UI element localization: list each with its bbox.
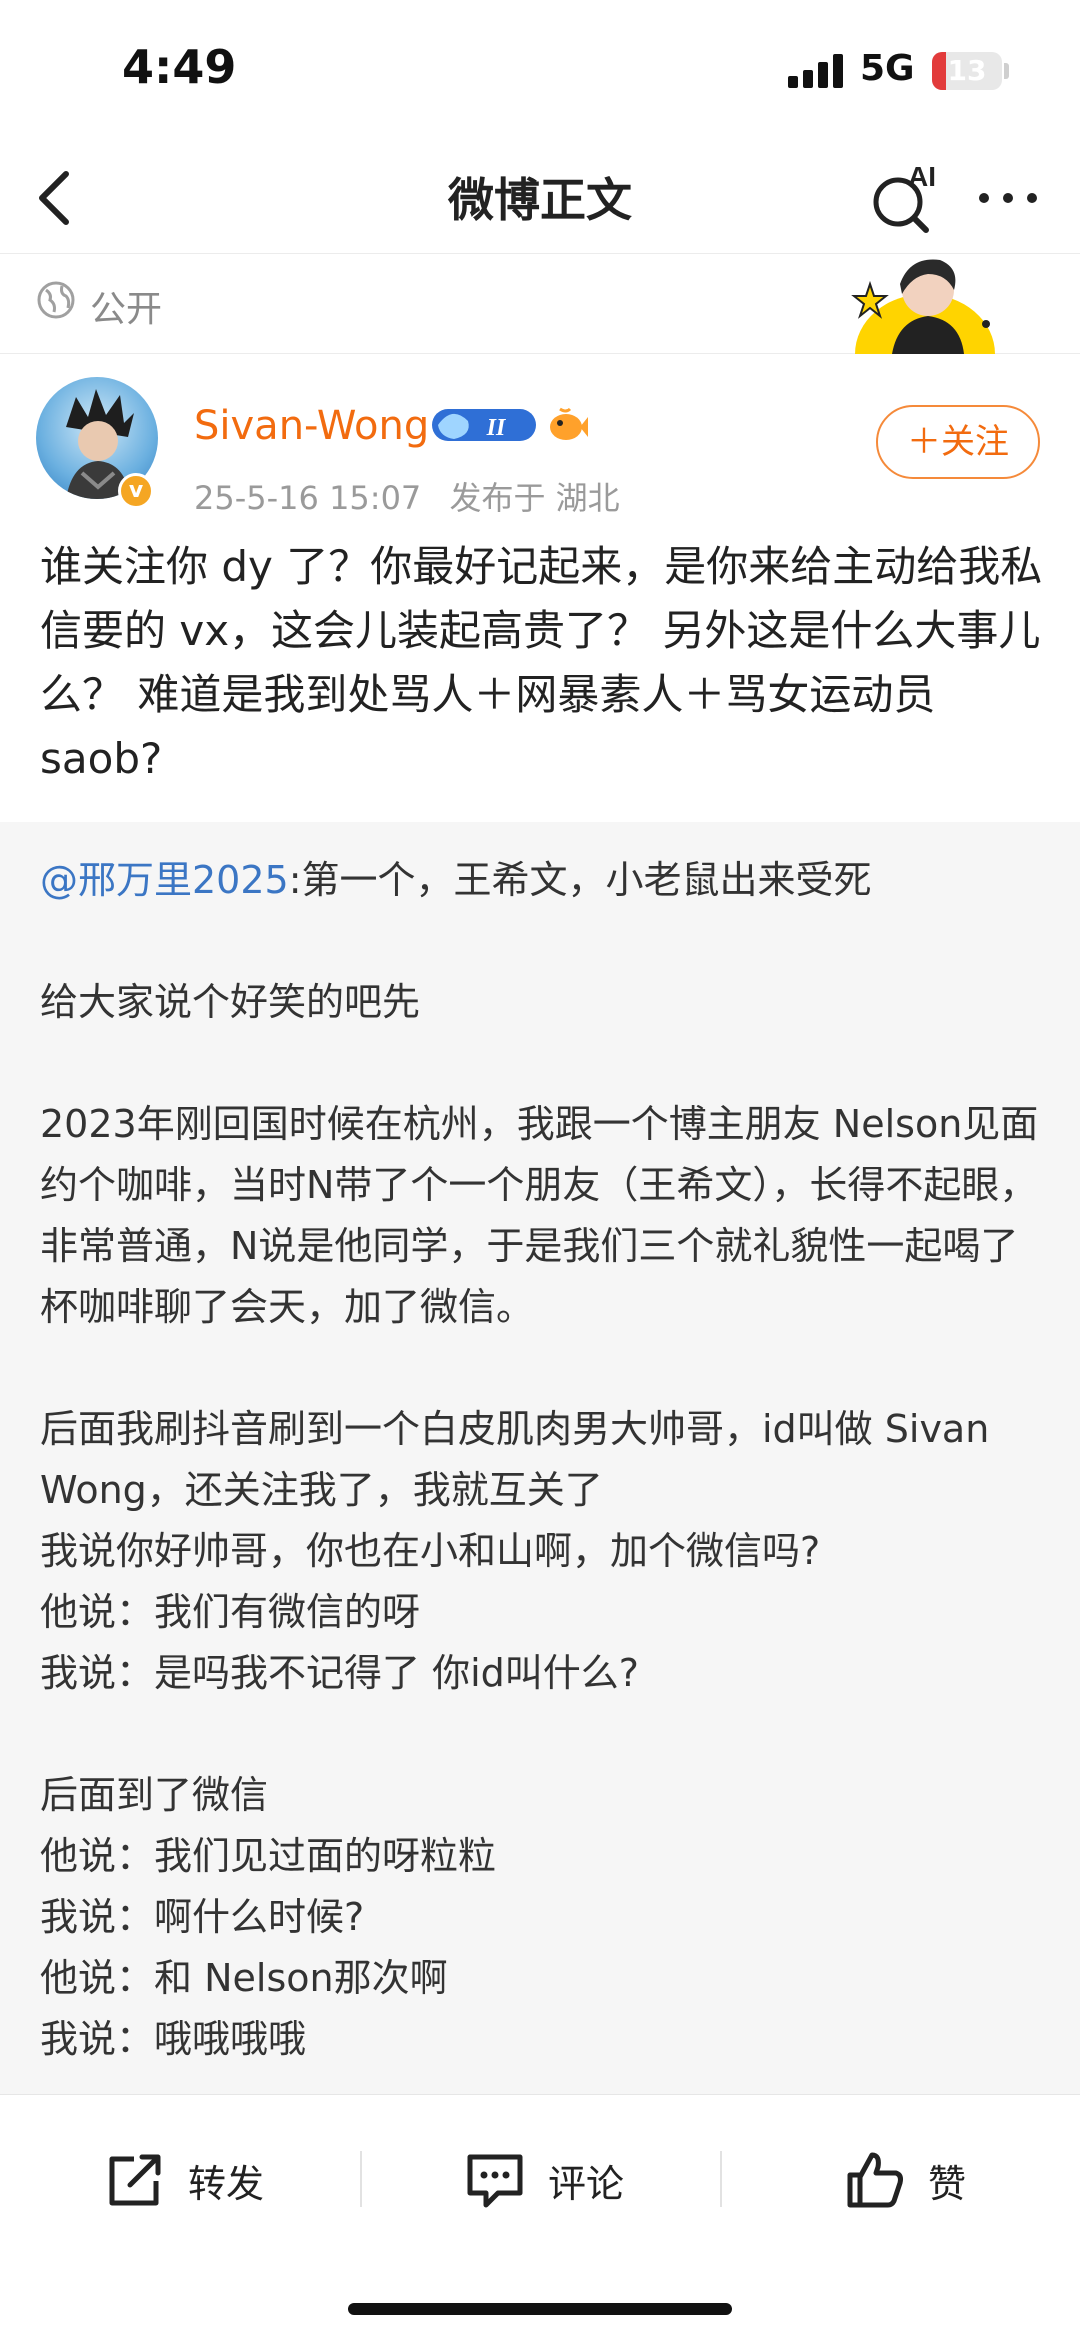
repost-line: 我说：是吗我不记得了 你id叫什么? (40, 1651, 639, 1695)
decorative-sticker (840, 254, 1010, 354)
post-date: 25-5-16 15:07 (194, 479, 422, 517)
battery-icon: 13 (932, 52, 1002, 90)
repost-line: 我说：哦哦哦哦 (40, 2017, 307, 2061)
post-location: 发布于 湖北 (449, 479, 620, 517)
bottom-action-bar: 转发 评论 赞 (0, 2094, 1080, 2338)
divider (360, 2151, 362, 2207)
username[interactable]: Sivan-Wong (194, 403, 429, 449)
thumbs-up-icon (847, 2152, 903, 2208)
post-meta: 25-5-16 15:07 发布于 湖北 (194, 473, 638, 519)
fish-icon (546, 405, 588, 445)
repost-label: 转发 (188, 2161, 265, 2206)
repost-line: 后面我刷抖音刷到一个白皮肌肉男大帅哥，id叫做 Sivan Wong，还关注我了… (40, 1407, 990, 1512)
battery-level: 13 (947, 54, 987, 87)
repost-line: 他说：和 Nelson那次啊 (40, 1956, 448, 2000)
status-bar: 4:49 5G 13 (0, 0, 1080, 140)
post-text: 谁关注你 dy 了？你最好记起来，是你来给主动给我私信要的 vx，这会儿装起高贵… (40, 542, 1043, 783)
more-icon[interactable] (976, 180, 1040, 216)
repost-block[interactable]: @邢万里2025:第一个，王希文，小老鼠出来受死 给大家说个好笑的吧先 2023… (0, 822, 1080, 2094)
nav-bar: 微博正文 AI (0, 140, 1080, 254)
ai-label: AI (908, 161, 936, 192)
repost-line: 后面到了微信 (40, 1773, 269, 1817)
member-level-text: II (486, 415, 507, 441)
repost-line: 他说：我们见过面的呀粒粒 (40, 1834, 497, 1878)
network-type: 5G (860, 48, 915, 89)
mention-link[interactable]: @邢万里2025 (40, 858, 289, 902)
like-button[interactable]: 赞 (844, 2135, 966, 2225)
ai-search-icon[interactable]: AI (868, 158, 944, 238)
repost-body: @邢万里2025:第一个，王希文，小老鼠出来受死 给大家说个好笑的吧先 2023… (0, 822, 1080, 2070)
comment-icon (467, 2154, 523, 2208)
follow-button[interactable]: ＋关注 (876, 405, 1040, 479)
repost-button[interactable]: 转发 (104, 2135, 264, 2225)
like-label: 赞 (928, 2161, 967, 2206)
visibility-label: 公开 (90, 289, 163, 330)
repost-line: 我说：啊什么时候? (40, 1895, 365, 1939)
comment-button[interactable]: 评论 (464, 2135, 624, 2225)
globe-icon (36, 280, 76, 320)
battery-tip (1004, 63, 1009, 79)
repost-first-text: :第一个，王希文，小老鼠出来受死 (288, 858, 872, 902)
member-level-badge[interactable]: II (432, 405, 538, 445)
comment-label: 评论 (548, 2161, 625, 2206)
share-icon (109, 2154, 161, 2206)
visibility-row: 公开 (0, 254, 1080, 354)
signal-icon (788, 54, 846, 88)
verified-badge: v (118, 473, 154, 509)
repost-paragraph: 2023年刚回国时候在杭州，我跟一个博主朋友 Nelson见面约个咖啡，当时N带… (40, 1102, 1039, 1329)
repost-line: 他说：我们有微信的呀 (40, 1590, 421, 1634)
repost-first-line: @邢万里2025:第一个，王希文，小老鼠出来受死 (40, 850, 1040, 911)
home-indicator (348, 2303, 732, 2315)
repost-line: 我说你好帅哥，你也在小和山啊，加个微信吗? (40, 1529, 821, 1573)
repost-paragraph: 给大家说个好笑的吧先 (40, 980, 421, 1024)
divider (720, 2151, 722, 2207)
status-time: 4:49 (122, 40, 237, 94)
